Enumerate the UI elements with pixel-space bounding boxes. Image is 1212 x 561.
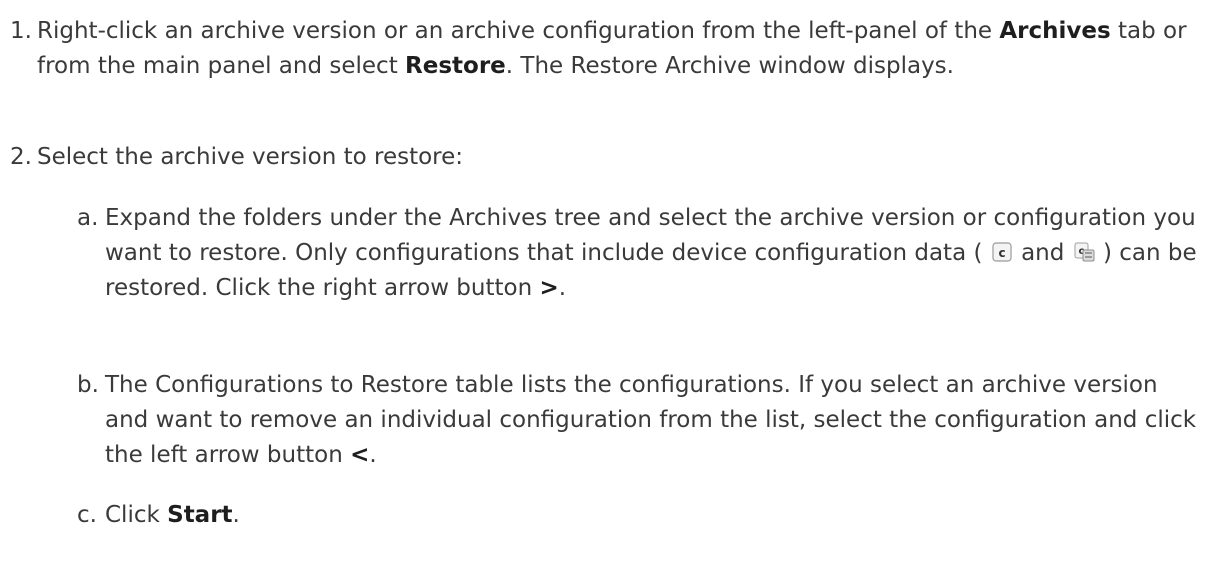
restore-term: Restore xyxy=(405,53,506,79)
substep-a: a. Expand the folders under the Archives… xyxy=(0,201,1212,306)
start-term: Start xyxy=(167,502,233,528)
instructions-document: 1. Right-click an archive version or an … xyxy=(0,0,1212,561)
step-text: Select the archive version to restore: xyxy=(37,144,464,170)
substep-letter: c. xyxy=(77,502,97,528)
step-text: Right-click an archive version or an arc… xyxy=(37,18,1187,79)
substep-c: c. Click Start. xyxy=(0,498,1212,533)
right-arrow-button-term: > xyxy=(539,275,559,301)
substep-b: b. The Configurations to Restore table l… xyxy=(0,368,1212,473)
substep-letter: a. xyxy=(77,205,99,231)
substep-text: Click Start. xyxy=(105,502,240,528)
step-number: 2. xyxy=(10,144,32,170)
step-1: 1. Right-click an archive version or an … xyxy=(0,14,1212,84)
step-2: 2. Select the archive version to restore… xyxy=(0,140,1212,175)
config-c-stack-icon: c xyxy=(1074,238,1095,262)
substep-text: Expand the folders under the Archives tr… xyxy=(105,205,1197,301)
left-arrow-button-term: < xyxy=(350,442,370,468)
archives-tab-term: Archives xyxy=(999,18,1111,44)
svg-text:c: c xyxy=(998,246,1005,260)
substep-text: The Configurations to Restore table list… xyxy=(105,372,1197,468)
config-c-icon: c xyxy=(992,238,1012,262)
substep-letter: b. xyxy=(77,372,99,398)
step-number: 1. xyxy=(10,18,32,44)
